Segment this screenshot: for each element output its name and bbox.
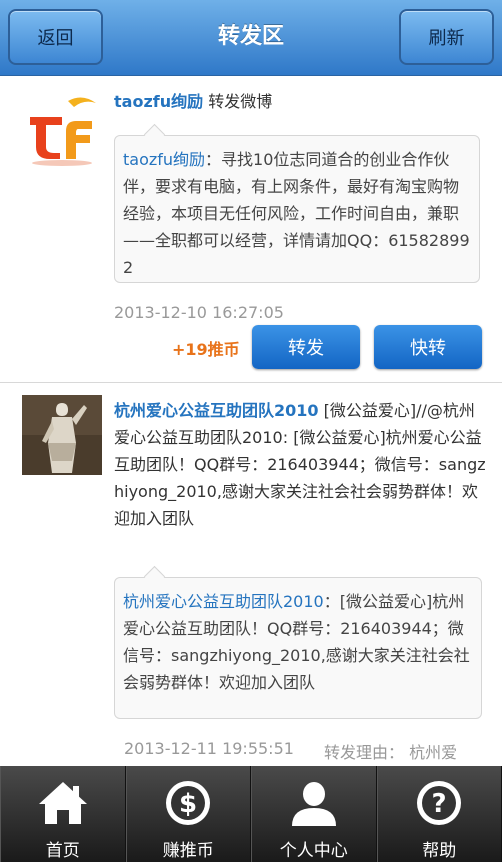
tab-help[interactable]: ? 帮助 [376,766,502,862]
help-icon: ? [417,781,462,825]
post-time: 2013-12-10 16:27:05 [114,303,284,322]
svg-text:$: $ [179,789,197,819]
quoted-post[interactable]: taozfu绚励：寻找10位志同道合的创业合作伙伴，要求有电脑，有上网条件，最好… [114,135,480,283]
post-body: 杭州爱心公益互助团队2010 [微公益爱心]//@杭州爱心公益互助团队2010:… [114,397,490,532]
quoted-author[interactable]: 杭州爱心公益互助团队2010 [123,592,324,611]
post-time: 2013-12-11 19:55:51 [124,739,294,758]
author-name[interactable]: 杭州爱心公益互助团队2010 [114,401,319,420]
svg-text:?: ? [432,789,447,819]
header-bar: 返回 转发区 刷新 [0,0,502,76]
bottom-tab-bar: 首页 $ 赚推币 个人中心 ? 帮助 [0,766,502,862]
tab-earn-coins[interactable]: $ 赚推币 [125,766,251,862]
tab-label: 帮助 [422,841,457,861]
tab-home[interactable]: 首页 [0,766,126,862]
author-line: taozfu绚励 转发微博 [114,88,272,115]
tab-label: 首页 [45,841,80,861]
author-name[interactable]: taozfu绚励 [114,92,203,111]
coin-reward: +19推币 [172,340,240,359]
forward-reason: 转发理由： 杭州爱 [324,743,458,762]
forward-button[interactable]: 转发 [252,325,360,369]
avatar[interactable] [22,395,102,475]
person-icon [291,782,336,826]
tab-label: 赚推币 [162,841,214,861]
forward-feed[interactable]: taozfu绚励 转发微博 taozfu绚励：寻找10位志同道合的创业合作伙伴，… [0,77,502,767]
avatar[interactable] [22,87,102,167]
refresh-button[interactable]: 刷新 [399,9,494,65]
quoted-text: ：寻找10位志同道合的创业合作伙伴，要求有电脑，有上网条件，最好有淘宝购物经验，… [123,150,470,277]
tab-label: 个人中心 [279,841,348,861]
tab-profile[interactable]: 个人中心 [251,766,377,862]
divider [0,382,502,383]
quoted-post[interactable]: 杭州爱心公益互助团队2010：[微公益爱心]杭州爱心公益互助团队！QQ群号：21… [114,577,482,719]
quoted-author[interactable]: taozfu绚励 [123,150,205,169]
post-text: [微公益爱心]//@杭州爱心公益互助团队2010: [微公益爱心]杭州爱心公益互… [114,401,486,528]
home-icon [38,782,87,824]
quick-forward-button[interactable]: 快转 [374,325,482,369]
dollar-coin-icon: $ [166,781,211,825]
action-text: 转发微博 [208,92,273,111]
